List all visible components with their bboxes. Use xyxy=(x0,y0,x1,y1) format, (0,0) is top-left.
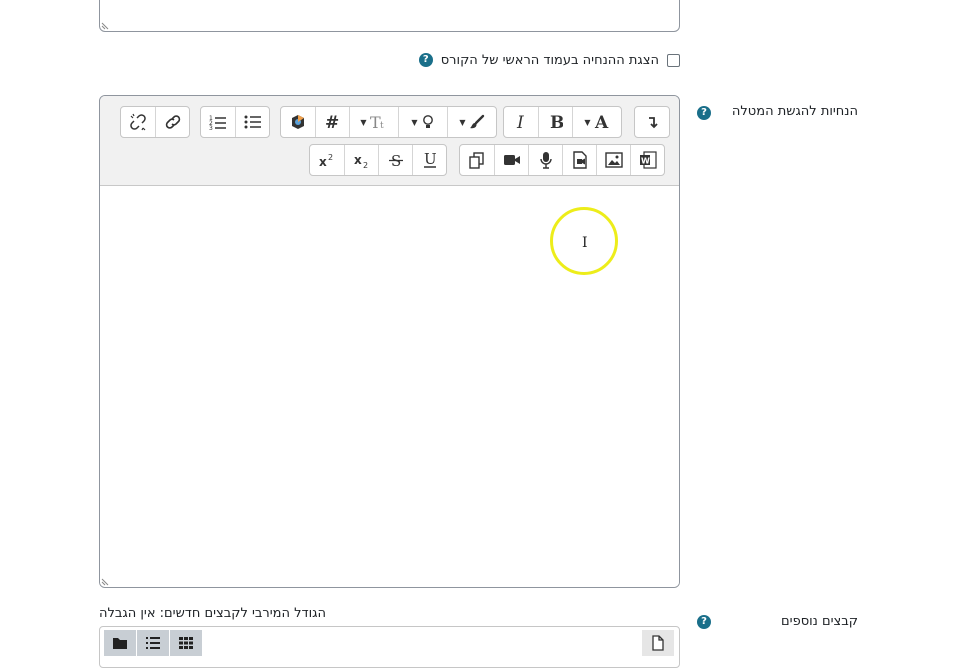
toolbar-group-lists: 123 xyxy=(200,106,270,138)
resize-grip-icon[interactable] xyxy=(101,20,111,30)
file-icon xyxy=(652,635,664,651)
h5p-button[interactable] xyxy=(281,107,315,137)
subscript-button[interactable]: x2 xyxy=(344,145,378,175)
unlink-icon xyxy=(130,113,146,131)
word-icon: W xyxy=(639,151,657,169)
svg-text:x: x xyxy=(319,155,327,168)
italic-button[interactable]: I xyxy=(504,107,538,137)
help-icon[interactable]: ? xyxy=(697,615,711,629)
arrow-toggle-icon xyxy=(649,117,658,129)
show-description-row: הצגת ההנחיה בעמוד הראשי של הקורס ? xyxy=(418,50,680,70)
list-view-button[interactable] xyxy=(137,630,169,656)
hashtag-icon: # xyxy=(325,113,339,131)
svg-text:W: W xyxy=(641,157,650,166)
add-file-button[interactable] xyxy=(642,630,674,656)
styles-button[interactable]: ▼ xyxy=(398,107,447,137)
svg-text:#: # xyxy=(325,113,339,131)
font-color-icon: A xyxy=(594,114,609,130)
chevron-down-icon: ▼ xyxy=(360,117,367,127)
numbered-list-icon: 123 xyxy=(209,115,226,130)
ordered-list-button[interactable]: 123 xyxy=(201,107,235,137)
link-button[interactable] xyxy=(155,107,189,137)
insert-media-button[interactable] xyxy=(562,145,596,175)
show-description-label: הצגת ההנחיה בעמוד הראשי של הקורס xyxy=(440,52,659,68)
background-color-button[interactable]: ▼ xyxy=(447,107,496,137)
toolbar-group-expand xyxy=(634,106,670,138)
unordered-list-button[interactable] xyxy=(235,107,269,137)
text-size-icon: Tt xyxy=(370,113,384,131)
record-video-button[interactable] xyxy=(494,145,528,175)
lightbulb-icon xyxy=(422,115,433,128)
subscript-icon: x2 xyxy=(354,153,368,168)
unlink-button[interactable] xyxy=(121,107,155,137)
font-color-button[interactable]: ▼ A xyxy=(572,107,621,137)
toolbar-group-text-format: I B ▼ A xyxy=(503,106,622,138)
insert-image-button[interactable] xyxy=(596,145,630,175)
grid-icon xyxy=(179,637,193,649)
folder-view-button[interactable] xyxy=(104,630,136,656)
media-file-icon xyxy=(572,151,587,169)
strikethrough-button[interactable]: S xyxy=(378,145,412,175)
underline-icon: U xyxy=(423,151,437,168)
svg-text:2: 2 xyxy=(328,153,333,162)
word-import-button[interactable]: W xyxy=(630,145,664,175)
record-audio-button[interactable] xyxy=(528,145,562,175)
svg-text:U: U xyxy=(424,151,437,168)
strikethrough-icon: S xyxy=(388,152,403,168)
svg-text:t: t xyxy=(380,121,384,131)
copy-files-icon xyxy=(469,152,484,169)
rich-text-editor: I B ▼ A # ▼ Tt ▼ ▼ 1 2 3 W x 2 x 2 S U xyxy=(99,95,680,588)
italic-icon: I xyxy=(516,114,524,130)
underline-button[interactable]: U xyxy=(412,145,446,175)
svg-text:2: 2 xyxy=(363,161,368,168)
h5p-icon xyxy=(292,115,304,129)
toolbar-group-insert: # ▼ Tt ▼ ▼ xyxy=(280,106,497,138)
editor-toolbar: I B ▼ A # ▼ Tt ▼ ▼ 1 2 3 W x 2 x 2 S U xyxy=(100,96,679,186)
wiris-button[interactable]: # xyxy=(315,107,349,137)
svg-text:B: B xyxy=(550,114,563,130)
help-icon[interactable]: ? xyxy=(697,106,711,120)
additional-files-label: קבצים נוספים xyxy=(781,614,858,629)
superscript-icon: x2 xyxy=(319,153,333,168)
svg-text:A: A xyxy=(594,114,609,130)
svg-text:3: 3 xyxy=(209,125,213,130)
toolbar-group-media: W xyxy=(459,144,665,176)
link-icon xyxy=(165,115,180,129)
file-manager xyxy=(99,626,680,668)
chevron-down-icon: ▼ xyxy=(459,117,466,127)
bullet-list-icon xyxy=(244,115,261,129)
toolbar-group-text-decoration: x2 x2 S U xyxy=(309,144,447,176)
chevron-down-icon: ▼ xyxy=(584,117,591,127)
microphone-icon xyxy=(539,152,552,169)
grid-view-button[interactable] xyxy=(170,630,202,656)
brush-icon xyxy=(469,114,484,129)
submission-instructions-label: הנחיות להגשת המטלה xyxy=(731,104,858,119)
image-icon xyxy=(604,152,623,168)
show-description-checkbox[interactable] xyxy=(667,53,680,67)
max-file-size-text: הגודל המירבי לקבצים חדשים: אין הגבלה xyxy=(99,606,327,621)
chevron-down-icon: ▼ xyxy=(411,117,418,127)
help-icon[interactable]: ? xyxy=(418,53,433,67)
video-camera-icon xyxy=(503,155,520,165)
expand-toolbar-button[interactable] xyxy=(635,107,669,137)
bold-button[interactable]: B xyxy=(538,107,572,137)
folder-icon xyxy=(113,638,127,649)
bold-icon: B xyxy=(550,114,563,130)
toolbar-group-links xyxy=(120,106,190,138)
previous-textarea[interactable] xyxy=(99,0,680,32)
resize-grip-icon[interactable] xyxy=(101,576,111,586)
submission-instructions-label-row: הנחיות להגשת המטלה xyxy=(732,104,858,119)
font-size-button[interactable]: ▼ Tt xyxy=(349,107,398,137)
list-icon xyxy=(146,637,160,649)
manage-files-button[interactable] xyxy=(460,145,494,175)
svg-text:I: I xyxy=(516,114,524,130)
text-cursor-icon: I xyxy=(582,235,588,251)
svg-text:x: x xyxy=(354,153,362,167)
superscript-button[interactable]: x2 xyxy=(310,145,344,175)
